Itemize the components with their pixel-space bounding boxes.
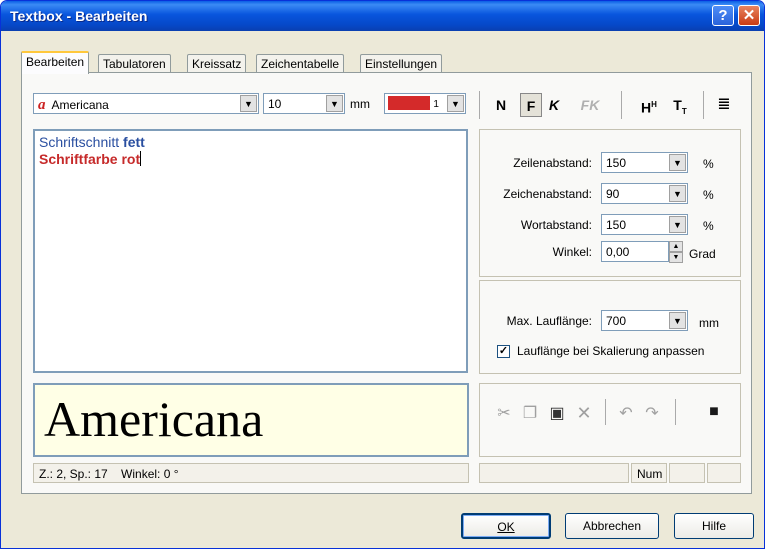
num-lock-indicator: Num — [637, 467, 663, 481]
cancel-label: Abbrechen — [582, 519, 642, 533]
status-num: Num — [631, 463, 667, 483]
delete-icon[interactable]: ✕ — [573, 403, 595, 424]
tab-label: Zeichentabelle — [261, 57, 340, 71]
editor-line-1-text: Schriftschnitt — [39, 134, 124, 150]
word-spacing-unit[interactable]: % — [703, 219, 714, 233]
font-type-icon: a — [38, 97, 46, 113]
status-position: Z.: 2, Sp.: 17 — [39, 467, 108, 481]
line-spacing-select[interactable]: 150 ▼ — [601, 152, 688, 173]
word-spacing-value: 150 — [606, 218, 627, 232]
char-spacing-unit[interactable]: % — [703, 188, 714, 202]
italic-style-button[interactable]: K — [544, 93, 564, 117]
dialog-window: Textbox - Bearbeiten ? ✕ Bearbeiten Tabu… — [0, 0, 765, 549]
angle-value: 0,00 — [606, 245, 630, 259]
tab-label: Einstellungen — [365, 57, 438, 71]
char-spacing-select[interactable]: 90 ▼ — [601, 183, 688, 204]
status-pane — [669, 463, 705, 483]
status-pane — [479, 463, 629, 483]
subscript-label: T — [673, 97, 682, 113]
redo-icon[interactable]: ↷ — [641, 403, 663, 423]
tab-tabulatoren[interactable]: Tabulatoren — [98, 54, 171, 73]
title-help-button[interactable]: ? — [712, 5, 734, 26]
color-swatch — [388, 96, 430, 110]
tab-kreissatz[interactable]: Kreissatz — [187, 54, 247, 73]
cancel-button[interactable]: Abbrechen — [565, 513, 659, 539]
spin-up-icon[interactable]: ▲ — [669, 241, 683, 252]
font-name: Americana — [51, 98, 109, 112]
char-spacing-label: Zeichenabstand: — [503, 187, 592, 201]
superscript-label: H — [641, 99, 652, 116]
align-text-icon[interactable]: ≣ — [713, 93, 735, 117]
scale-runlength-label[interactable]: Lauflänge bei Skalierung anpassen — [517, 344, 704, 358]
tab-label: Tabulatoren — [103, 57, 166, 71]
tab-label: Kreissatz — [192, 57, 242, 71]
word-spacing-label: Wortabstand: — [520, 218, 592, 232]
help-label: Hilfe — [701, 519, 726, 533]
font-size-value: 10 — [268, 97, 282, 111]
chevron-down-icon[interactable]: ▼ — [669, 154, 686, 171]
editor-line-1: Schriftschnitt fett — [39, 134, 462, 151]
spin-down-icon[interactable]: ▼ — [669, 252, 683, 263]
char-spacing-value: 90 — [606, 187, 620, 201]
toolbar-divider — [605, 399, 606, 425]
chevron-down-icon[interactable]: ▼ — [669, 312, 686, 329]
status-angle: Winkel: 0 ° — [121, 467, 179, 481]
word-spacing-select[interactable]: 150 ▼ — [601, 214, 688, 235]
font-size-select[interactable]: 10 ▼ — [263, 93, 345, 114]
font-preview-text: Americana — [44, 391, 264, 447]
scale-runlength-checkbox[interactable]: ✓ — [497, 345, 510, 358]
color-index: 1 — [433, 99, 439, 110]
angle-input[interactable]: 0,00 — [601, 241, 669, 262]
max-runlength-label: Max. Lauflänge: — [506, 314, 592, 328]
font-preview: Americana — [33, 383, 469, 457]
bold-italic-style-button[interactable]: FK — [577, 93, 603, 117]
undo-icon[interactable]: ↶ — [615, 403, 637, 423]
toolbar-divider — [675, 399, 676, 425]
ok-button[interactable]: OK — [461, 513, 551, 539]
line-spacing-value: 150 — [606, 156, 627, 170]
text-cursor — [140, 151, 142, 166]
angle-unit: Grad — [689, 247, 716, 261]
tab-label: Bearbeiten — [26, 55, 85, 69]
ok-label: OK — [497, 520, 515, 534]
copy-icon[interactable]: ❐ — [519, 403, 541, 423]
editor-line-2: Schriftfarbe rot — [39, 151, 462, 168]
toolbar-divider — [621, 91, 622, 119]
editor-line-2-text: Schriftfarbe rot — [39, 151, 141, 167]
status-pane — [707, 463, 741, 483]
tab-einstellungen[interactable]: Einstellungen — [360, 54, 443, 73]
chevron-down-icon[interactable]: ▼ — [326, 95, 343, 112]
subscript-button[interactable]: TT — [669, 93, 691, 117]
text-editor[interactable]: Schriftschnitt fett Schriftfarbe rot — [33, 129, 468, 373]
save-icon[interactable]: ■ — [703, 403, 725, 421]
cut-icon[interactable]: ✂ — [493, 403, 515, 423]
font-select[interactable]: a Americana ▼ — [33, 93, 259, 114]
chevron-down-icon[interactable]: ▼ — [669, 185, 686, 202]
status-bar-left: Z.: 2, Sp.: 17 Winkel: 0 ° — [33, 463, 469, 483]
normal-style-button[interactable]: N — [491, 93, 511, 117]
tab-bearbeiten[interactable]: Bearbeiten — [21, 51, 90, 74]
color-select[interactable]: 1 ▼ — [384, 93, 466, 114]
toolbar-divider — [703, 91, 704, 119]
title-bar[interactable]: Textbox - Bearbeiten ? ✕ — [1, 1, 764, 31]
line-spacing-unit[interactable]: % — [703, 157, 714, 171]
size-unit-label[interactable]: mm — [350, 97, 370, 111]
title-close-button[interactable]: ✕ — [738, 5, 760, 26]
tab-zeichentabelle[interactable]: Zeichentabelle — [256, 54, 345, 73]
max-runlength-select[interactable]: 700 ▼ — [601, 310, 688, 331]
line-spacing-label: Zeilenabstand: — [513, 156, 592, 170]
max-runlength-value: 700 — [606, 314, 627, 328]
chevron-down-icon[interactable]: ▼ — [447, 95, 464, 112]
help-button[interactable]: Hilfe — [674, 513, 754, 539]
chevron-down-icon[interactable]: ▼ — [669, 216, 686, 233]
angle-label: Winkel: — [552, 245, 592, 259]
toolbar-divider — [479, 91, 480, 119]
editor-line-1-bold: fett — [123, 134, 145, 150]
chevron-down-icon[interactable]: ▼ — [240, 95, 257, 112]
paste-icon[interactable]: ▣ — [546, 403, 568, 423]
window-title: Textbox - Bearbeiten — [10, 8, 148, 24]
max-runlength-unit[interactable]: mm — [699, 316, 719, 330]
superscript-button[interactable]: HH — [638, 93, 660, 117]
bold-style-button[interactable]: F — [520, 93, 542, 117]
